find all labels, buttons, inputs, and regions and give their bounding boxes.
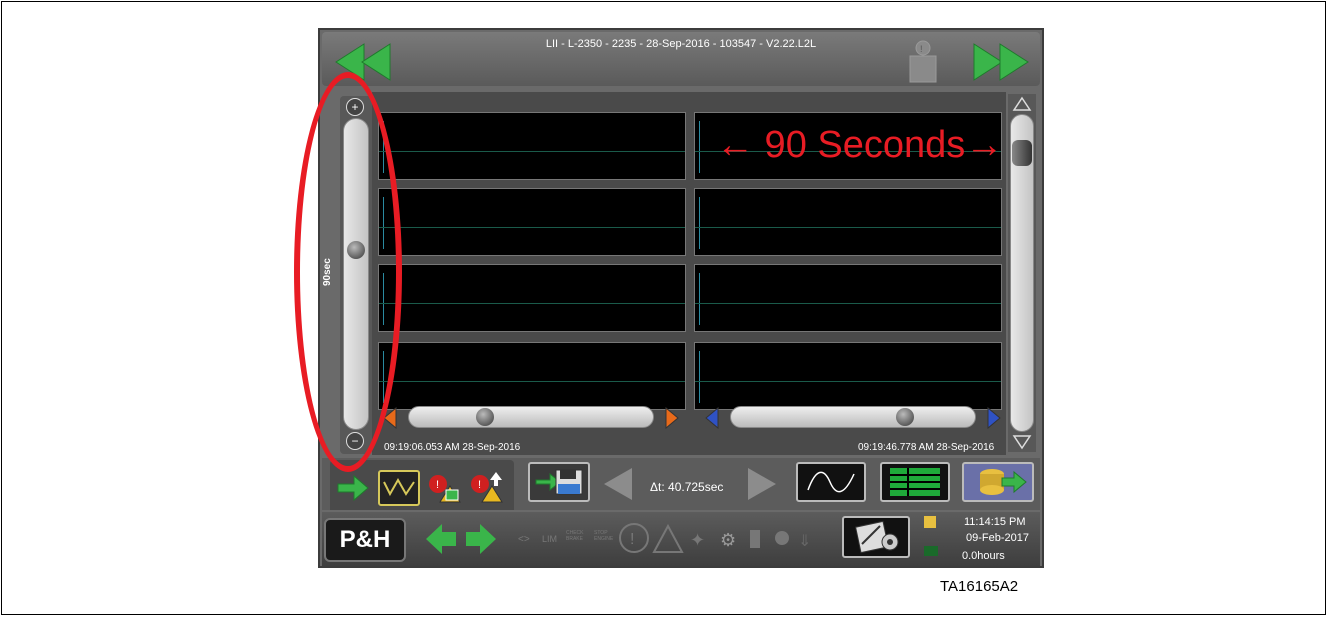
figure-caption: TA16165A2 (940, 578, 1019, 595)
alarm-export-icon[interactable]: ! (468, 470, 506, 506)
left-time-slider-knob[interactable] (476, 408, 494, 426)
trend-cell[interactable] (694, 188, 1002, 256)
trend-cell[interactable] (378, 264, 686, 332)
trend-chart-button[interactable] (796, 462, 866, 502)
status-led-green-icon (924, 546, 938, 556)
stop-engine-indicator: STOP ENGINE (594, 530, 614, 542)
nav-left-green-icon[interactable] (424, 522, 458, 561)
scrollbar-thumb[interactable] (1012, 140, 1032, 166)
left-time-slider-track[interactable] (408, 406, 654, 428)
notepad-pin-button[interactable] (842, 516, 910, 558)
left-timestamp: 09:19:06.053 AM 28-Sep-2016 (384, 442, 521, 453)
clock-time: 11:14:15 PM (964, 516, 1026, 528)
status-indicators-faint: <> ! ✦ ⚙ ⇓ (514, 520, 830, 561)
scroll-down-icon[interactable] (1012, 434, 1032, 455)
svg-text:!: ! (478, 479, 481, 491)
right-timestamp: 09:19:46.778 AM 28-Sep-2016 (858, 442, 995, 453)
trend-cell[interactable] (694, 342, 1002, 410)
svg-text:!: ! (630, 531, 634, 548)
ph-logo: P&H (324, 518, 406, 562)
svg-text:<>: <> (518, 534, 530, 545)
svg-text:⚙: ⚙ (720, 530, 736, 550)
svg-text:⇓: ⇓ (798, 533, 811, 550)
save-export-button[interactable] (528, 462, 590, 502)
next-icon[interactable] (746, 466, 778, 502)
window-title: LII - L-2350 - 2235 - 28-Sep-2016 - 1035… (545, 38, 817, 50)
trend-cell[interactable] (694, 264, 1002, 332)
annotation-callout: ← 90 Seconds→ (716, 124, 1004, 166)
table-view-button[interactable] (880, 462, 950, 502)
annotation-oval (294, 72, 402, 472)
status-led-icon (924, 516, 936, 528)
trend-cell[interactable] (378, 112, 686, 180)
clock-date: 09-Feb-2017 (966, 532, 1029, 544)
operating-hours: 0.0hours (962, 550, 1005, 562)
right-time-slider-knob[interactable] (896, 408, 914, 426)
trend-cell[interactable] (378, 342, 686, 410)
delta-time: Δt: 40.725sec (650, 480, 724, 494)
waveform-view-button[interactable] (378, 470, 420, 506)
nav-right-green-icon[interactable] (464, 522, 498, 561)
lim-indicator: LIM (542, 534, 558, 544)
arrow-in-icon[interactable] (336, 474, 372, 502)
alarm-warning-icon[interactable]: ! (426, 472, 462, 506)
trend-cell[interactable] (378, 188, 686, 256)
svg-text:!: ! (436, 479, 439, 491)
check-brake-indicator: CHECK BRAKE (566, 530, 584, 542)
previous-icon[interactable] (602, 466, 634, 502)
database-export-button[interactable] (962, 462, 1034, 502)
svg-text:✦: ✦ (690, 530, 705, 550)
right-time-slider-track[interactable] (730, 406, 976, 428)
